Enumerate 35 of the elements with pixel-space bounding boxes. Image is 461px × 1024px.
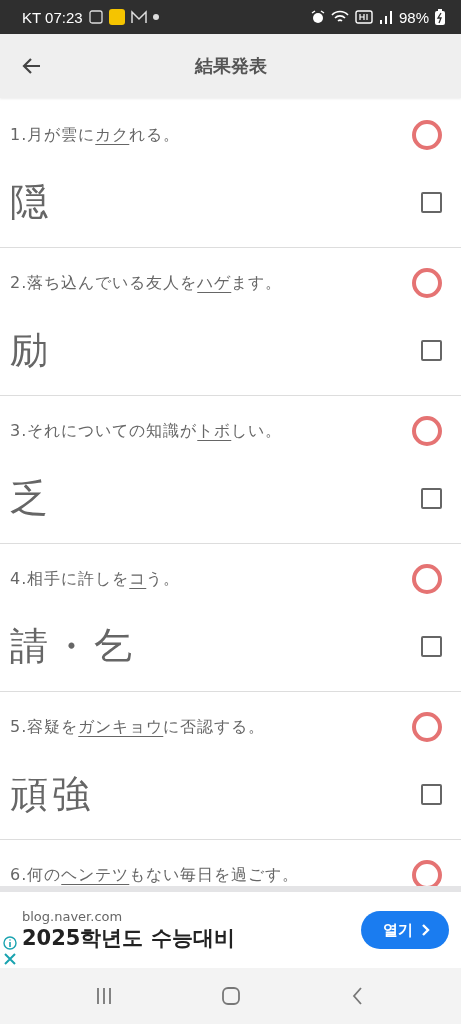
battery-percent: 98%: [398, 8, 429, 26]
ad-domain: blog.naver.com: [22, 908, 124, 924]
dot-icon: [152, 14, 159, 20]
carrier-app-icon: [88, 10, 103, 24]
carrier-time: KT 07:23: [22, 8, 83, 26]
checkbox[interactable]: [421, 339, 442, 361]
wifi-icon: [330, 10, 349, 24]
checkbox[interactable]: [421, 487, 442, 509]
open-button[interactable]: 열기: [361, 911, 449, 949]
hd-icon: [354, 10, 373, 24]
signal-icon: [378, 10, 393, 24]
page-title: 結果発表: [194, 54, 267, 78]
answer-text: 頑強: [10, 770, 94, 818]
answer-text: 隠: [10, 178, 52, 226]
battery-icon: [435, 9, 445, 25]
alarm-icon: [310, 10, 325, 24]
question-text: 2.落ち込んでいる友人をハゲます。: [10, 272, 283, 294]
checkbox[interactable]: [421, 635, 442, 657]
checkbox[interactable]: [421, 783, 442, 805]
question-text: 5.容疑をガンキョウ に否認する。: [10, 716, 266, 738]
question-text: 1.月が雲にカクれる。: [10, 124, 181, 146]
question-text: 3.それについての知識が トボ しい。: [10, 420, 283, 442]
close-icon[interactable]: [3, 952, 17, 966]
answer-text: 乏: [10, 474, 52, 522]
mail-icon: [130, 10, 147, 24]
home-button[interactable]: [220, 986, 241, 1006]
info-icon[interactable]: [3, 936, 17, 950]
chevron-right-icon: [421, 924, 431, 936]
answer-text: 励: [10, 326, 52, 374]
pay-app-icon: [108, 9, 125, 25]
ad-headline: 2025학년도 수능대비: [22, 924, 236, 952]
question-text: 6.何のヘンテツ もない毎日を過ごす。: [10, 864, 300, 886]
question-text: 4.相手に許しを コ う。: [10, 568, 181, 590]
checkbox[interactable]: [421, 191, 442, 213]
answer-text: 請・乞: [10, 622, 136, 670]
